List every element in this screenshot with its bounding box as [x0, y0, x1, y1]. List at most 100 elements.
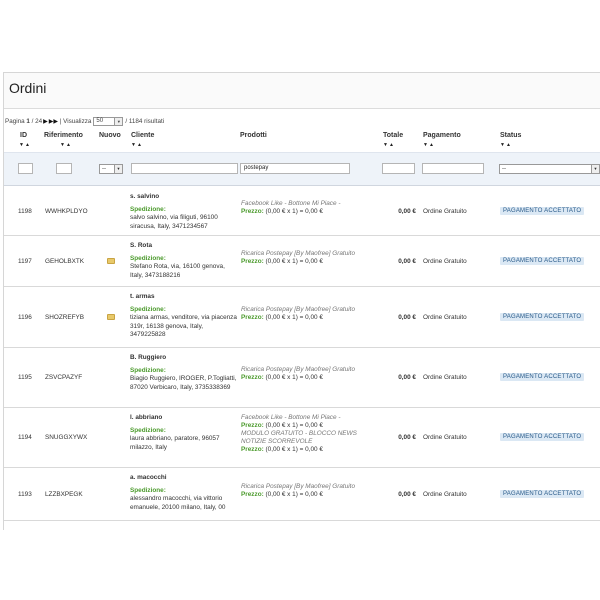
last-page-icon[interactable]: ▶▶	[49, 118, 58, 125]
column-header-payment[interactable]: Pagamento	[423, 132, 461, 139]
sort-customer-icon[interactable]: ▼▲	[131, 142, 143, 148]
product-price: Prezzo: (0,00 € x 1) = 0,00 €	[241, 446, 371, 454]
shipping-label: Spedizione:	[130, 366, 166, 374]
customer-cell: s. salvino Spedizione: salvo salvino, vi…	[130, 193, 238, 231]
customer-cell: B. Ruggiero Spedizione: Biagio Ruggiero,…	[130, 354, 238, 392]
status-badge: PAGAMENTO ACCETTATO	[500, 313, 585, 321]
customer-name: S. Rota	[130, 242, 153, 249]
product-name: MODULO GRATUITO - BLOCCO NEWS NOTIZIE SC…	[241, 430, 357, 445]
status-badge: PAGAMENTO ACCETTATO	[500, 207, 585, 215]
sort-status-icon[interactable]: ▼▲	[500, 142, 512, 148]
status-badge: PAGAMENTO ACCETTATO	[500, 373, 585, 381]
shipping-label: Spedizione:	[130, 486, 166, 494]
chevron-down-icon: ▼	[114, 118, 123, 125]
product-name: Facebook Like - Bottone Mi Piace -	[241, 414, 341, 421]
shipping-address: alessandro macocchi, via vittorio emanue…	[130, 495, 226, 511]
next-page-icon[interactable]: ▶	[43, 118, 48, 125]
column-header-id[interactable]: ID	[20, 132, 27, 139]
price-value: (0,00 € x 1) = 0,00 €	[265, 374, 323, 381]
column-header-status[interactable]: Status	[500, 132, 521, 139]
customer-cell: l. abbriano Spedizione: laura abbriano, …	[130, 414, 238, 452]
price-label: Prezzo:	[241, 258, 264, 265]
product-price: Prezzo: (0,00 € x 1) = 0,00 €	[241, 258, 371, 266]
products-cell: Ricarica Postepay [By Maofree] Gratuito …	[241, 366, 371, 382]
order-reference: SHOZREFYB	[45, 314, 85, 321]
filter-payment-input[interactable]	[422, 163, 484, 174]
price-value: (0,00 € x 1) = 0,00 €	[265, 258, 323, 265]
products-cell: Ricarica Postepay [By Maofree] Gratuito …	[241, 306, 371, 322]
product-name: Ricarica Postepay [By Maofree] Gratuito	[241, 483, 356, 490]
product-name: Facebook Like - Bottone Mi Piace -	[241, 200, 341, 207]
filter-customer-input[interactable]	[131, 163, 238, 174]
order-id: 1196	[18, 314, 32, 321]
table-row[interactable]: 1197 GEHOLBXTK S. Rota Spedizione: Stefan…	[4, 236, 600, 287]
order-reference: SNUGGXYWX	[45, 434, 88, 441]
shipping-address: Stefano Rota, via, 16100 genova, Italy, …	[130, 263, 225, 279]
shipping-label: Spedizione:	[130, 305, 166, 313]
status-badge: PAGAMENTO ACCETTATO	[500, 433, 585, 441]
payment-method: Ordine Gratuito	[423, 314, 467, 321]
order-total: 0,00 €	[398, 434, 416, 441]
sort-id-icon[interactable]: ▼▲	[19, 142, 31, 148]
shipping-label: Spedizione:	[130, 205, 166, 213]
price-value: (0,00 € x 1) = 0,00 €	[265, 208, 323, 215]
table-row[interactable]: 1193 LZZBXPEGK a. macocchi Spedizione: al…	[4, 468, 600, 521]
column-header-ref[interactable]: Riferimento	[44, 132, 83, 139]
product-price: Prezzo: (0,00 € x 1) = 0,00 €	[241, 422, 371, 430]
sort-payment-icon[interactable]: ▼▲	[423, 142, 435, 148]
title-bar	[4, 73, 600, 109]
product-name: Ricarica Postepay [By Maofree] Gratuito	[241, 366, 356, 373]
order-id: 1195	[18, 374, 32, 381]
shipping-label: Spedizione:	[130, 254, 166, 262]
price-label: Prezzo:	[241, 422, 264, 429]
payment-method: Ordine Gratuito	[423, 491, 467, 498]
order-reference: WWHKPLDYO	[45, 208, 88, 215]
filter-ref-input[interactable]	[56, 163, 72, 174]
customer-cell: S. Rota Spedizione: Stefano Rota, via, 1…	[130, 242, 238, 280]
column-header-new: Nuovo	[99, 132, 121, 139]
shipping-address: laura abbriano, paratore, 96057 milazzo,…	[130, 435, 220, 451]
products-cell: Ricarica Postepay [By Maofree] Gratuito …	[241, 250, 371, 266]
shipping-address: Biagio Ruggiero, IROGER, P.Togliatti, 87…	[130, 375, 237, 391]
table-row[interactable]: 1194 SNUGGXYWX l. abbriano Spedizione: la…	[4, 408, 600, 468]
product-price: Prezzo: (0,00 € x 1) = 0,00 €	[241, 374, 371, 382]
results-count: / 1184 risultati	[125, 118, 165, 125]
customer-cell: a. macocchi Spedizione: alessandro macoc…	[130, 474, 238, 512]
customer-name: l. abbriano	[130, 414, 163, 421]
table-row[interactable]: 1196 SHOZREFYB t. armas Spedizione: tizia…	[4, 287, 600, 348]
per-page-value: 50	[96, 118, 104, 124]
payment-method: Ordine Gratuito	[423, 374, 467, 381]
new-order-icon	[107, 258, 115, 264]
payment-method: Ordine Gratuito	[423, 208, 467, 215]
chevron-down-icon: ▼	[114, 165, 122, 173]
new-order-icon	[107, 314, 115, 320]
products-cell: Ricarica Postepay [By Maofree] Gratuito …	[241, 483, 371, 499]
order-total: 0,00 €	[398, 208, 416, 215]
order-reference: GEHOLBXTK	[45, 258, 85, 265]
order-id: 1197	[18, 258, 32, 265]
status-badge: PAGAMENTO ACCETTATO	[500, 490, 585, 498]
filter-status-select[interactable]: -- ▼	[499, 164, 600, 174]
order-total: 0,00 €	[398, 258, 416, 265]
filter-id-input[interactable]	[18, 163, 33, 174]
price-value: (0,00 € x 1) = 0,00 €	[265, 422, 323, 429]
order-total: 0,00 €	[398, 491, 416, 498]
column-header-customer[interactable]: Cliente	[131, 132, 154, 139]
sort-ref-icon[interactable]: ▼▲	[60, 142, 72, 148]
price-label: Prezzo:	[241, 208, 264, 215]
order-total: 0,00 €	[398, 374, 416, 381]
price-label: Prezzo:	[241, 314, 264, 321]
per-page-select[interactable]: 50 ▼	[93, 117, 124, 126]
filter-products-input[interactable]: postepay	[240, 163, 350, 174]
chevron-down-icon: ▼	[591, 165, 599, 173]
column-header-total[interactable]: Totale	[383, 132, 403, 139]
sort-total-icon[interactable]: ▼▲	[383, 142, 395, 148]
total-pages: / 24	[31, 118, 43, 125]
table-row[interactable]: 1195 ZSVCPAZYF B. Ruggiero Spedizione: Bi…	[4, 348, 600, 408]
product-price: Prezzo: (0,00 € x 1) = 0,00 €	[241, 491, 371, 499]
order-id: 1194	[18, 434, 32, 441]
filter-total-input[interactable]	[382, 163, 415, 174]
product-name: Ricarica Postepay [By Maofree] Gratuito	[241, 306, 356, 313]
table-row[interactable]: 1198 WWHKPLDYO s. salvino Spedizione: sal…	[4, 187, 600, 236]
filter-new-select[interactable]: -- ▼	[99, 164, 123, 174]
